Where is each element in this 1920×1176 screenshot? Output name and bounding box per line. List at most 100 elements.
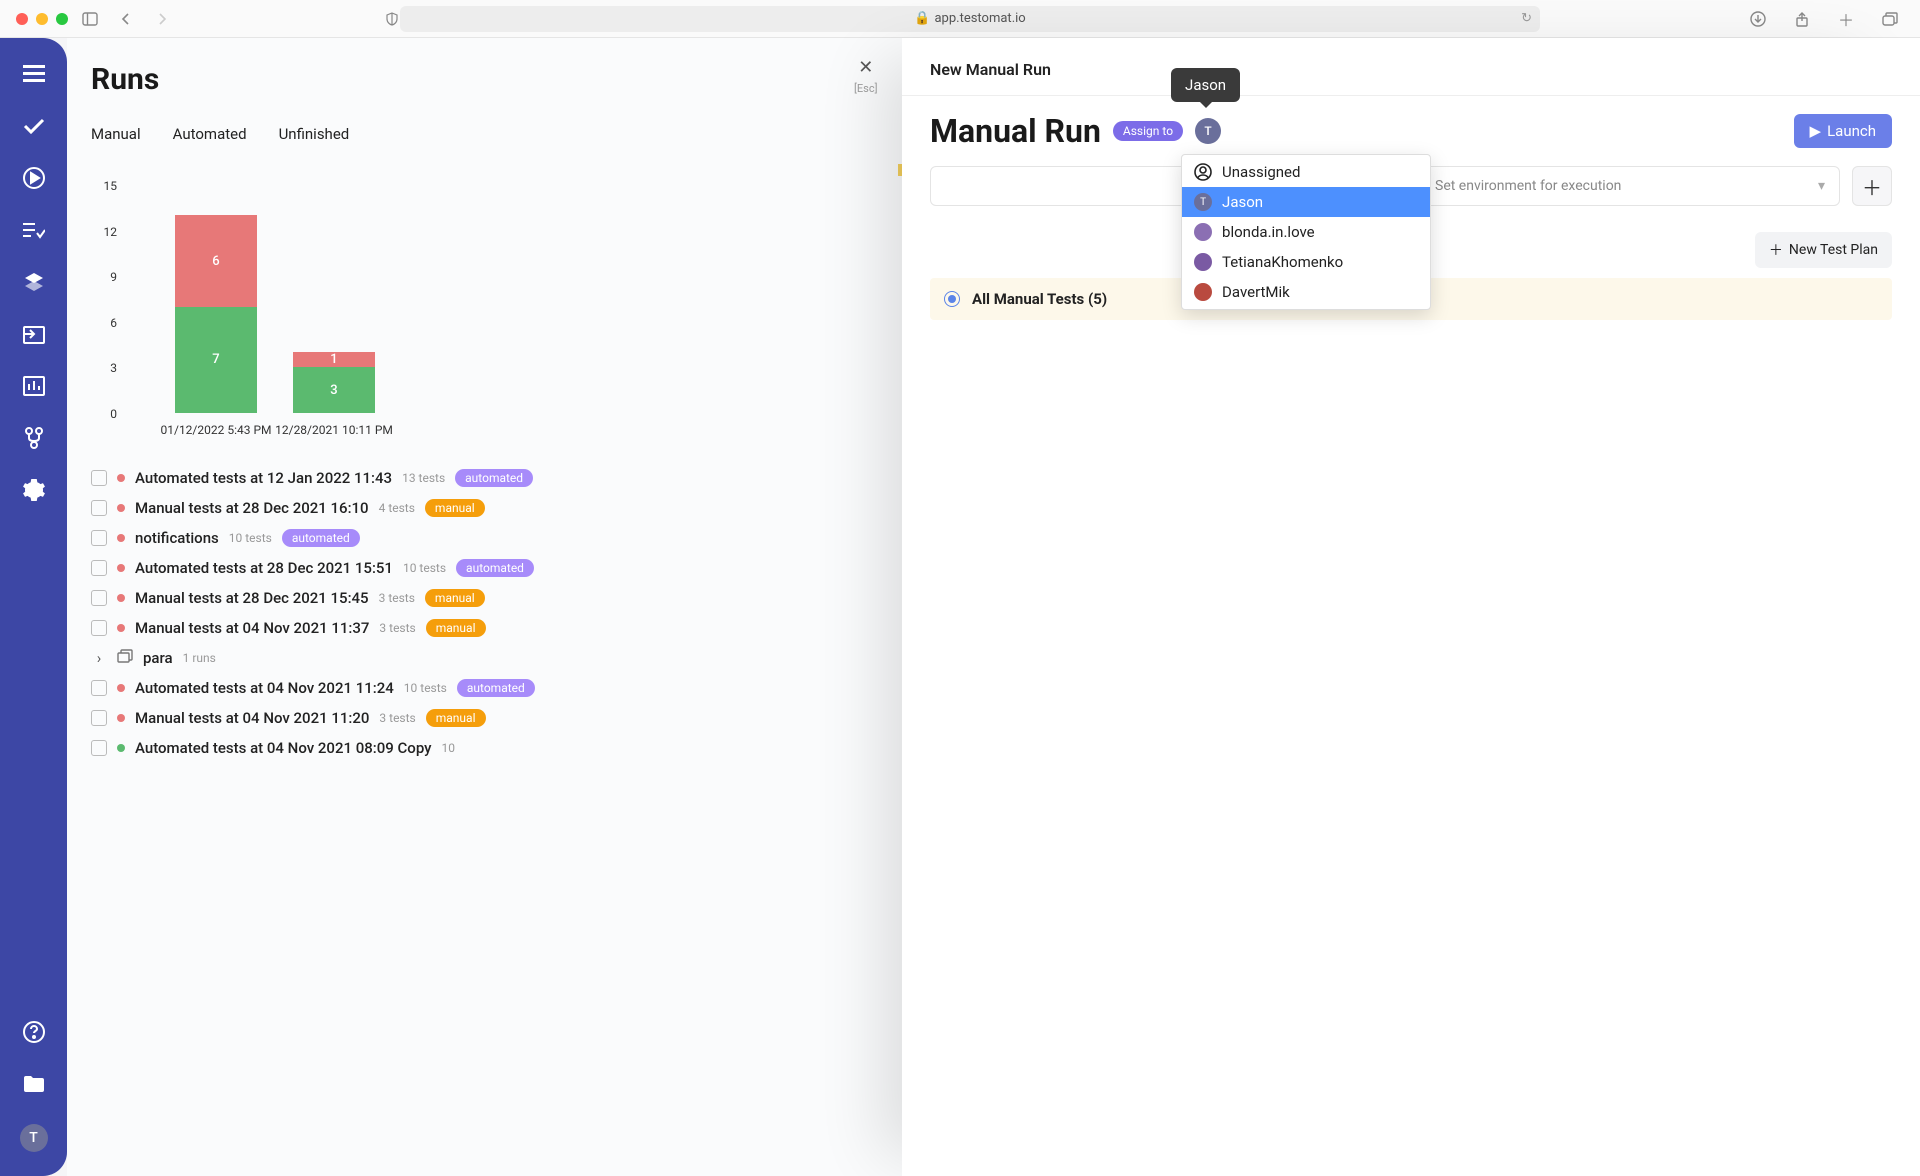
radio-selected[interactable] bbox=[944, 291, 960, 307]
group-icon bbox=[117, 649, 133, 667]
run-checkbox[interactable] bbox=[91, 740, 107, 756]
run-tag: automated bbox=[456, 559, 534, 577]
avatar bbox=[1194, 253, 1212, 271]
status-dot bbox=[117, 534, 125, 542]
run-checkbox[interactable] bbox=[91, 590, 107, 606]
close-panel[interactable]: ✕ [Esc] bbox=[854, 56, 878, 95]
run-tag: automated bbox=[457, 679, 535, 697]
run-name: para bbox=[143, 649, 173, 667]
folder-icon[interactable] bbox=[22, 1072, 46, 1096]
tab-unfinished[interactable]: Unfinished bbox=[279, 125, 350, 153]
run-title: Manual Run bbox=[930, 112, 1101, 150]
run-tag: automated bbox=[282, 529, 360, 547]
plus-icon: ＋ bbox=[1769, 240, 1783, 260]
lock-icon: 🔒 bbox=[914, 11, 930, 26]
assignee-option[interactable]: DavertMik bbox=[1182, 277, 1430, 307]
chevron-right-icon[interactable]: › bbox=[91, 649, 107, 667]
test-count: 10 tests bbox=[229, 531, 272, 545]
import-icon[interactable] bbox=[22, 322, 46, 346]
test-count: 3 tests bbox=[379, 591, 415, 605]
close-window[interactable] bbox=[16, 13, 28, 25]
status-dot bbox=[117, 684, 125, 692]
bar-segment-failed: 1 bbox=[293, 352, 375, 367]
assignee-label: DavertMik bbox=[1222, 283, 1290, 301]
run-tag: manual bbox=[425, 589, 485, 607]
new-tab-icon[interactable]: ＋ bbox=[1832, 7, 1860, 31]
status-dot bbox=[117, 744, 125, 752]
forward-icon[interactable] bbox=[148, 7, 176, 31]
user-avatar[interactable]: T bbox=[20, 1124, 48, 1152]
sidebar-toggle-icon[interactable] bbox=[76, 7, 104, 31]
close-esc-label: [Esc] bbox=[854, 82, 878, 95]
back-icon[interactable] bbox=[112, 7, 140, 31]
status-dot bbox=[117, 564, 125, 572]
bar-segment-passed: 7 bbox=[175, 307, 257, 413]
assignee-label: Jason bbox=[1222, 193, 1263, 211]
assign-to-button[interactable]: Assign to bbox=[1113, 121, 1183, 141]
url-bar[interactable]: 🔒 app.testomat.io ↻ bbox=[400, 6, 1540, 32]
runs-count: 1 runs bbox=[183, 651, 216, 665]
avatar: T bbox=[1194, 193, 1212, 211]
run-tag: automated bbox=[455, 469, 533, 487]
run-checkbox[interactable] bbox=[91, 560, 107, 576]
run-checkbox[interactable] bbox=[91, 500, 107, 516]
run-tag: manual bbox=[425, 499, 485, 517]
panel-title-row: Manual Run Assign to T Jason UnassignedT… bbox=[930, 112, 1892, 150]
share-icon[interactable] bbox=[1788, 7, 1816, 31]
run-tag: manual bbox=[426, 709, 486, 727]
chevron-down-icon: ▾ bbox=[1818, 178, 1825, 194]
help-icon[interactable] bbox=[22, 1020, 46, 1044]
assignee-label: blonda.in.love bbox=[1222, 223, 1315, 241]
check-icon[interactable] bbox=[22, 114, 46, 138]
close-icon[interactable]: ✕ bbox=[855, 56, 877, 78]
browser-chrome: 🔒 app.testomat.io ↻ ＋ bbox=[0, 0, 1920, 38]
list-check-icon[interactable] bbox=[22, 218, 46, 242]
run-checkbox[interactable] bbox=[91, 620, 107, 636]
launch-button[interactable]: ▶ Launch bbox=[1794, 114, 1892, 148]
assignee-tooltip: Jason bbox=[1171, 68, 1240, 102]
run-checkbox[interactable] bbox=[91, 680, 107, 696]
download-icon[interactable] bbox=[1744, 7, 1772, 31]
test-count: 13 tests bbox=[402, 471, 445, 485]
test-count: 10 bbox=[442, 741, 456, 755]
run-name: Automated tests at 04 Nov 2021 08:09 Cop… bbox=[135, 739, 432, 757]
run-checkbox[interactable] bbox=[91, 710, 107, 726]
run-name: Manual tests at 04 Nov 2021 11:20 bbox=[135, 709, 369, 727]
run-checkbox[interactable] bbox=[91, 530, 107, 546]
reload-icon[interactable]: ↻ bbox=[1521, 11, 1532, 26]
bar-column: 76 bbox=[175, 215, 257, 413]
run-checkbox[interactable] bbox=[91, 470, 107, 486]
tab-manual[interactable]: Manual bbox=[91, 125, 141, 153]
minimize-window[interactable] bbox=[36, 13, 48, 25]
test-count: 3 tests bbox=[379, 621, 415, 635]
gear-icon[interactable] bbox=[22, 478, 46, 502]
new-run-panel: ✕ [Esc] New Manual Run Manual Run Assign… bbox=[902, 38, 1920, 1176]
branch-icon[interactable] bbox=[22, 426, 46, 450]
status-dot bbox=[117, 624, 125, 632]
assignee-option[interactable]: T Jason bbox=[1182, 187, 1430, 217]
test-count: 3 tests bbox=[379, 711, 415, 725]
status-dot bbox=[117, 474, 125, 482]
assignee-option[interactable]: Unassigned bbox=[1182, 157, 1430, 187]
assigned-user-avatar[interactable]: T bbox=[1195, 118, 1221, 144]
chart-icon[interactable] bbox=[22, 374, 46, 398]
layers-icon[interactable] bbox=[22, 270, 46, 294]
new-test-plan-button[interactable]: ＋ New Test Plan bbox=[1755, 232, 1892, 268]
test-count: 10 tests bbox=[404, 681, 447, 695]
assignee-option[interactable]: blonda.in.love bbox=[1182, 217, 1430, 247]
add-config-button[interactable]: ＋ bbox=[1852, 166, 1892, 206]
run-name: Manual tests at 28 Dec 2021 16:10 bbox=[135, 499, 369, 517]
test-count: 10 tests bbox=[403, 561, 446, 575]
status-dot bbox=[117, 594, 125, 602]
run-name: Automated tests at 12 Jan 2022 11:43 bbox=[135, 469, 392, 487]
tabs-icon[interactable] bbox=[1876, 7, 1904, 31]
run-name: Automated tests at 04 Nov 2021 11:24 bbox=[135, 679, 394, 697]
tab-automated[interactable]: Automated bbox=[173, 125, 247, 153]
assignee-option[interactable]: TetianaKhomenko bbox=[1182, 247, 1430, 277]
environment-select[interactable]: Set environment for execution ▾ bbox=[1420, 166, 1840, 206]
play-circle-icon[interactable] bbox=[22, 166, 46, 190]
bar-segment-failed: 6 bbox=[175, 215, 257, 306]
menu-icon[interactable] bbox=[22, 62, 46, 86]
maximize-window[interactable] bbox=[56, 13, 68, 25]
status-dot bbox=[117, 504, 125, 512]
